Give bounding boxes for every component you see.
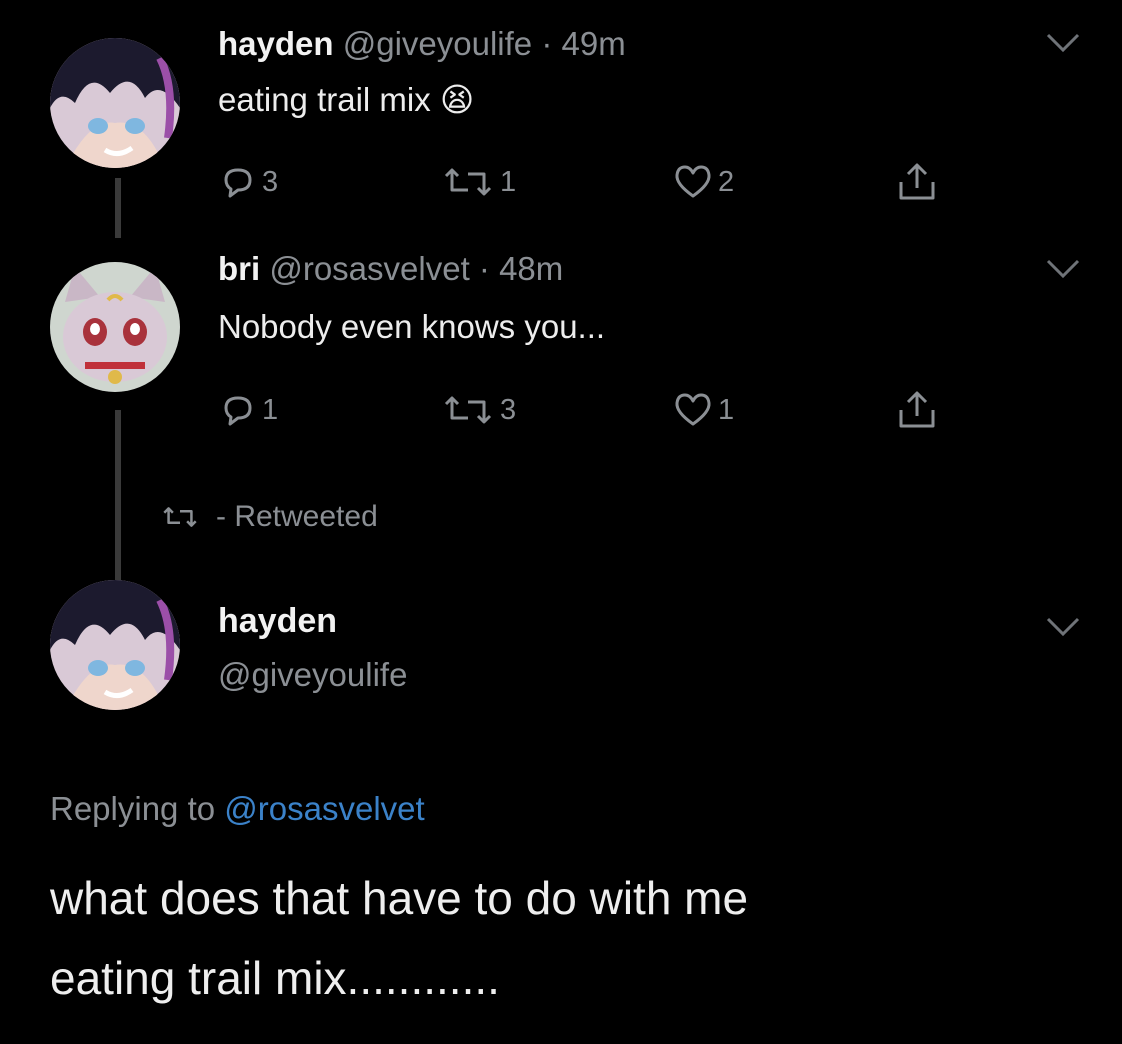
reply-button[interactable]: 1 — [218, 390, 278, 430]
thread-line-2 — [115, 410, 121, 580]
tweet2-handle[interactable]: @rosasvelvet — [269, 250, 469, 287]
thread-line-1 — [115, 178, 121, 238]
replying-to-prefix: Replying to — [50, 790, 216, 827]
chevron-down-icon[interactable] — [1045, 32, 1081, 54]
main-tweet-text-line2: eating trail mix............ — [50, 952, 500, 1004]
avatar-bri[interactable] — [50, 262, 180, 392]
like-count: 1 — [718, 393, 735, 426]
share-button[interactable] — [895, 388, 939, 432]
replying-to: Replying to @rosasvelvet — [50, 790, 425, 828]
like-count: 2 — [718, 165, 735, 198]
tweet2-time: · 48m — [478, 250, 564, 287]
retweet-icon — [163, 507, 197, 527]
avatar-hayden-main[interactable] — [50, 580, 180, 710]
tweet2-header: bri @rosasvelvet · 48m — [218, 250, 563, 288]
share-button[interactable] — [895, 160, 939, 204]
avatar-hayden-main-image — [50, 580, 180, 710]
retweet-icon — [444, 168, 492, 196]
tweet2-name[interactable]: bri — [218, 250, 260, 287]
reply-count: 3 — [262, 165, 279, 198]
retweet-count: 1 — [500, 165, 517, 198]
reply-button[interactable]: 3 — [218, 162, 278, 202]
avatar-hayden[interactable] — [50, 38, 180, 168]
like-button[interactable]: 1 — [672, 390, 734, 430]
chevron-down-icon[interactable] — [1045, 616, 1081, 638]
chevron-down-icon[interactable] — [1045, 258, 1081, 280]
replying-to-mention[interactable]: @rosasvelvet — [224, 790, 424, 827]
tweet1-time: · 49m — [541, 25, 626, 62]
tweet1-name[interactable]: hayden — [218, 25, 334, 62]
retweeted-indicator: - Retweeted — [160, 500, 378, 534]
retweet-count: 3 — [500, 393, 517, 426]
main-tweet-text-line1: what does that have to do with me — [50, 872, 749, 924]
reply-icon — [224, 168, 252, 198]
avatar-bri-image — [50, 262, 180, 392]
heart-icon — [675, 165, 711, 198]
retweet-button[interactable]: 3 — [440, 390, 516, 430]
retweet-icon — [444, 396, 492, 424]
share-icon — [899, 163, 935, 200]
main-tweet-handle[interactable]: @giveyoulife — [218, 656, 407, 694]
avatar-hayden-image — [50, 38, 180, 168]
heart-icon — [675, 393, 711, 426]
share-icon — [899, 391, 935, 428]
main-tweet-name[interactable]: hayden — [218, 602, 337, 641]
retweeted-label: - Retweeted — [216, 500, 378, 533]
retweet-button[interactable]: 1 — [440, 162, 516, 202]
tweet1-handle[interactable]: @giveyoulife — [343, 25, 532, 62]
reply-count: 1 — [262, 393, 279, 426]
tired-face-emoji: 😫 — [439, 81, 475, 118]
reply-icon — [224, 396, 252, 426]
tweet1-text-row: eating trail mix 😫 — [218, 80, 474, 119]
like-button[interactable]: 2 — [672, 162, 734, 202]
tweet2-text: Nobody even knows you... — [218, 308, 606, 345]
main-tweet-text: what does that have to do with me eating… — [50, 858, 1090, 1018]
tweet1-header: hayden @giveyoulife · 49m — [218, 25, 626, 63]
tweet1-text: eating trail mix — [218, 81, 431, 118]
